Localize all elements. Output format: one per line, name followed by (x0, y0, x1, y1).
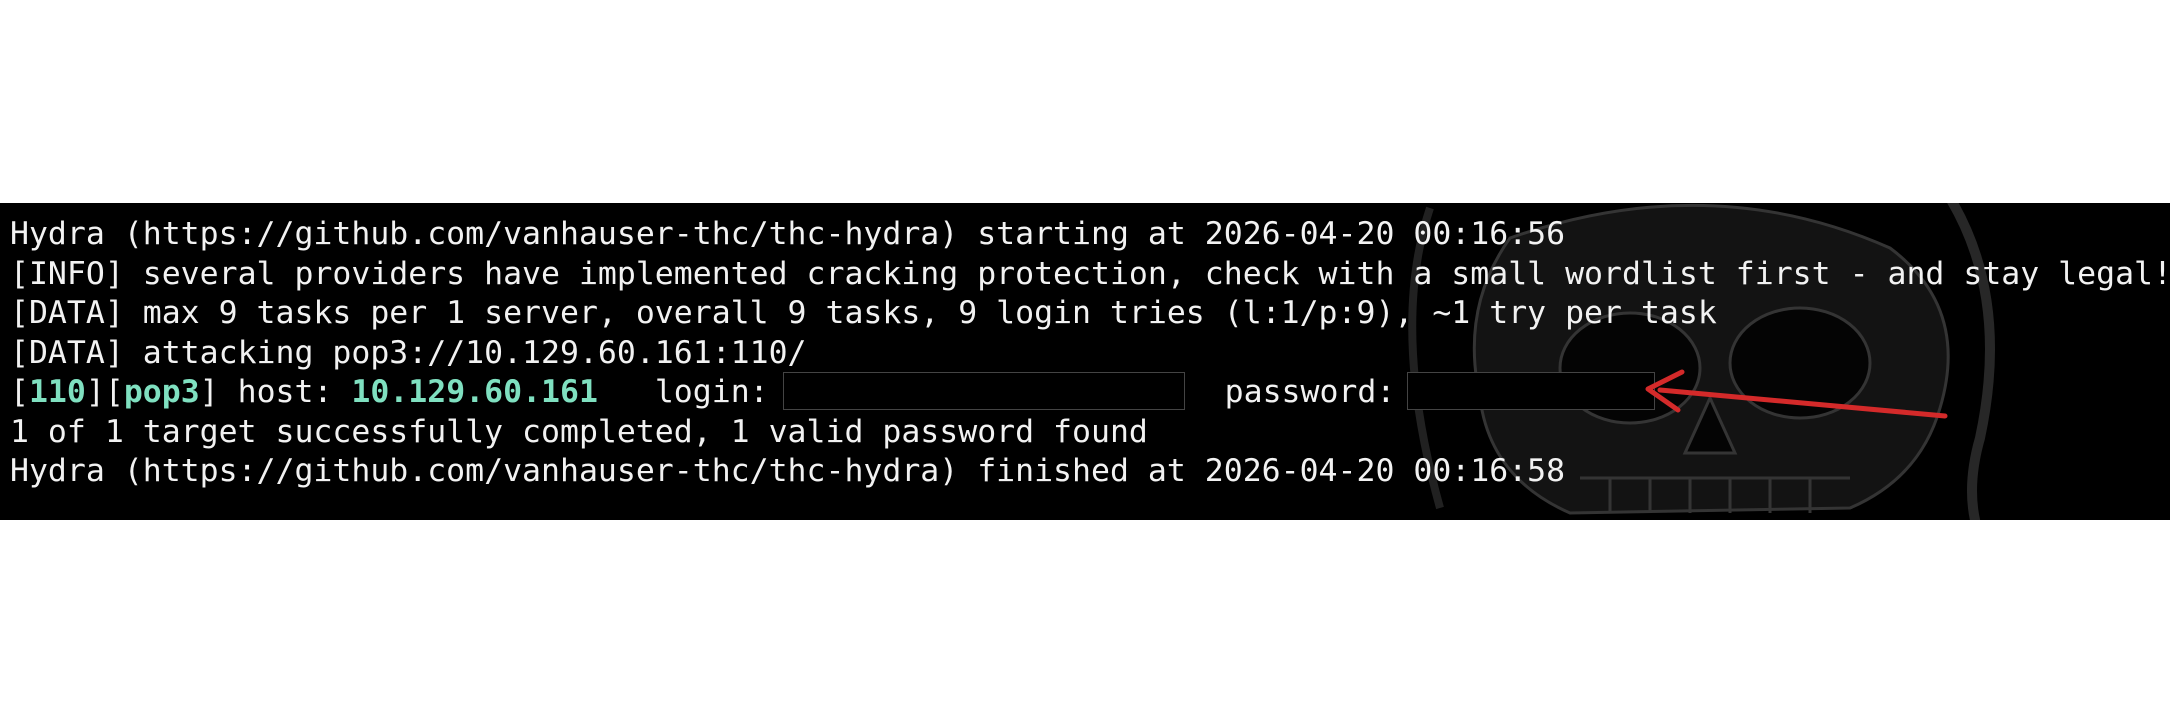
terminal-output: Hydra (https://github.com/vanhauser-thc/… (10, 215, 2170, 492)
password-label: password: (1224, 374, 1396, 410)
bracket-open: [ (10, 374, 29, 410)
output-line-start: Hydra (https://github.com/vanhauser-thc/… (10, 216, 1566, 252)
redacted-password-box (1407, 372, 1656, 410)
arrow-icon (1645, 369, 1948, 419)
output-line-data-tasks: [DATA] max 9 tasks per 1 server, overall… (10, 295, 1717, 331)
result-service: pop3 (123, 374, 200, 410)
terminal-window: Hydra (https://github.com/vanhauser-thc/… (0, 203, 2170, 520)
login-label: login: (597, 374, 769, 410)
output-line-finish: Hydra (https://github.com/vanhauser-thc/… (10, 453, 1566, 489)
output-line-info: [INFO] several providers have implemente… (10, 255, 2170, 292)
redacted-login-box (782, 372, 1185, 410)
result-port: 110 (28, 374, 86, 410)
host-label: host: (218, 374, 352, 410)
result-host: 10.129.60.161 (351, 374, 598, 410)
bracket-close: ] (199, 374, 219, 410)
bracket-mid: ][ (85, 374, 124, 410)
